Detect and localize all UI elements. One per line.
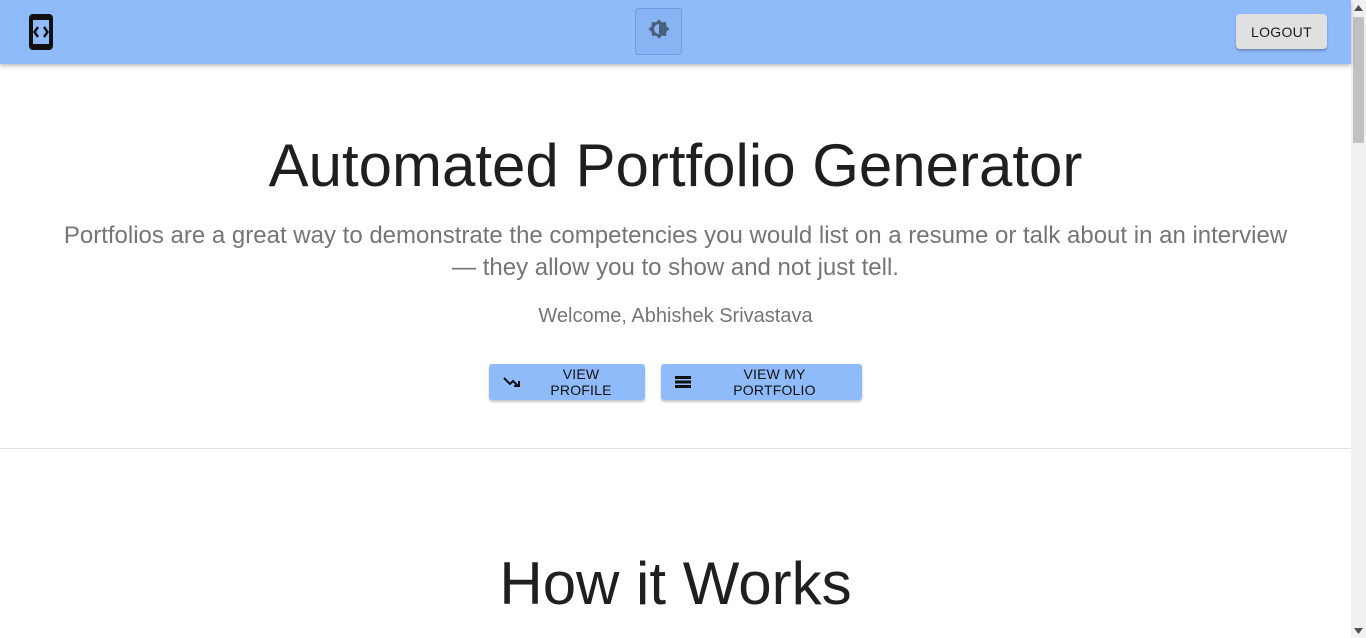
scroll-up-arrow-icon[interactable] <box>1351 0 1366 15</box>
app-bar: LOGOUT <box>0 0 1351 64</box>
hero-description: Portfolios are a great way to demonstrat… <box>63 222 1288 281</box>
code-brackets-icon[interactable] <box>28 14 54 50</box>
brightness-icon <box>647 17 671 46</box>
scroll-down-arrow-icon[interactable] <box>1351 623 1366 638</box>
view-profile-label: VIEW PROFILE <box>550 366 612 398</box>
section-divider <box>0 448 1351 449</box>
view-portfolio-button[interactable]: VIEW MY PORTFOLIO <box>661 364 862 400</box>
theme-toggle-button[interactable] <box>635 8 682 55</box>
portfolio-icon <box>675 376 691 388</box>
scrollbar-thumb[interactable] <box>1353 17 1364 143</box>
page: LOGOUT Automated Portfolio Generator Por… <box>0 0 1366 638</box>
logout-button[interactable]: LOGOUT <box>1236 14 1327 49</box>
view-profile-button[interactable]: VIEW PROFILE <box>489 364 645 400</box>
how-it-works-heading: How it Works <box>499 550 852 617</box>
view-portfolio-label: VIEW MY PORTFOLIO <box>733 366 816 398</box>
hero-section: Automated Portfolio Generator Portfolios… <box>0 64 1351 448</box>
welcome-message: Welcome, Abhishek Srivastava <box>538 305 813 327</box>
trending-icon <box>503 375 521 389</box>
vertical-scrollbar[interactable] <box>1351 0 1366 638</box>
page-title: Automated Portfolio Generator <box>268 132 1083 199</box>
